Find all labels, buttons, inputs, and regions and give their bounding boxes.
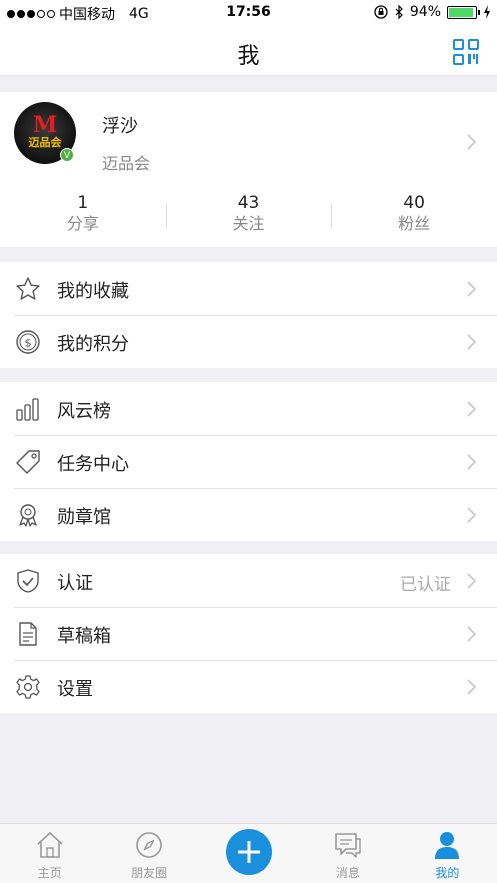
menu-item-drafts[interactable]: 草稿箱 (0, 607, 497, 660)
add-post-button[interactable] (225, 829, 272, 875)
tab-label: 消息 (335, 866, 360, 880)
chevron-right-icon (467, 454, 477, 470)
message-icon (335, 833, 361, 858)
chevron-right-icon (467, 334, 477, 350)
menu-label: 设置 (57, 679, 93, 700)
tab-create[interactable] (199, 824, 298, 883)
rotation-lock-icon (374, 5, 388, 19)
gear-icon (16, 675, 40, 699)
profile-card[interactable]: M 迈品会 V 浮沙 迈品会 1 分享 43 关注 40 粉丝 (0, 92, 497, 247)
tab-messages[interactable]: 消息 (298, 824, 397, 883)
stat-label: 分享 (66, 214, 99, 233)
stat-following[interactable]: 43 关注 (165, 192, 332, 240)
menu-item-favorites[interactable]: 我的收藏 (0, 262, 497, 315)
document-icon (19, 622, 37, 646)
stat-shares[interactable]: 1 分享 (0, 192, 166, 240)
battery-icon (447, 5, 480, 19)
tab-bar: 主页 朋友圈 消息 我的 (0, 823, 497, 883)
chevron-right-icon (467, 401, 477, 417)
chevron-right-icon (467, 281, 477, 297)
menu-label: 我的收藏 (57, 281, 129, 302)
chevron-right-icon (467, 507, 477, 523)
stat-label: 粉丝 (398, 214, 431, 233)
menu-item-points[interactable]: $ 我的积分 (0, 315, 497, 368)
status-bar: 中国移动 4G 17:56 94% (0, 0, 497, 26)
star-icon (16, 277, 40, 300)
chevron-right-icon (467, 679, 477, 695)
tag-icon (16, 450, 40, 474)
tab-label: 朋友圈 (131, 866, 168, 880)
stat-value: 40 (403, 193, 425, 213)
medal-icon (19, 504, 37, 527)
menu-label: 草稿箱 (57, 626, 111, 647)
menu-group-account: 认证 已认证 草稿箱 设置 (0, 554, 497, 713)
menu-item-ranking[interactable]: 风云榜 (0, 382, 497, 435)
menu-label: 勋章馆 (57, 507, 111, 528)
chevron-right-icon (467, 134, 477, 150)
organization-name: 迈品会 (102, 154, 151, 173)
nav-bar: 我 (0, 26, 497, 76)
compass-icon (136, 832, 162, 858)
menu-label: 我的积分 (57, 334, 129, 355)
bar-chart-icon (16, 398, 39, 421)
bluetooth-icon (395, 5, 403, 19)
menu-label: 风云榜 (57, 401, 111, 422)
menu-label: 认证 (57, 573, 93, 594)
charging-icon (484, 5, 490, 19)
profile-stats: 1 分享 43 关注 40 粉丝 (0, 192, 497, 240)
menu-item-badges[interactable]: 勋章馆 (0, 488, 497, 541)
tab-label: 主页 (37, 866, 62, 880)
shield-check-icon (17, 569, 39, 593)
battery-percent: 94% (409, 4, 441, 20)
certification-status: 已认证 (400, 575, 451, 595)
tab-label: 我的 (435, 866, 460, 880)
coin-icon: $ (16, 330, 40, 354)
plus-icon (237, 841, 260, 863)
menu-item-tasks[interactable]: 任务中心 (0, 435, 497, 488)
stat-value: 1 (77, 193, 89, 213)
page-title: 我 (237, 44, 260, 69)
stat-followers[interactable]: 40 粉丝 (331, 192, 497, 240)
menu-group-personal: 我的收藏 $ 我的积分 (0, 262, 497, 368)
username: 浮沙 (102, 116, 138, 137)
chevron-right-icon (467, 573, 477, 589)
tab-me[interactable]: 我的 (398, 824, 497, 883)
tab-home[interactable]: 主页 (0, 824, 99, 883)
verified-badge: V (60, 148, 74, 162)
stat-label: 关注 (232, 214, 265, 233)
stat-value: 43 (237, 193, 260, 213)
menu-group-activities: 风云榜 任务中心 勋章馆 (0, 382, 497, 541)
menu-item-certification[interactable]: 认证 已认证 (0, 554, 497, 607)
chevron-right-icon (467, 626, 477, 642)
menu-item-settings[interactable]: 设置 (0, 660, 497, 713)
user-icon (435, 832, 460, 859)
qr-code-icon[interactable] (453, 39, 479, 65)
tab-friends[interactable]: 朋友圈 (99, 824, 198, 883)
menu-label: 任务中心 (57, 454, 129, 475)
home-icon (37, 831, 63, 858)
svg-text:$: $ (25, 337, 32, 350)
